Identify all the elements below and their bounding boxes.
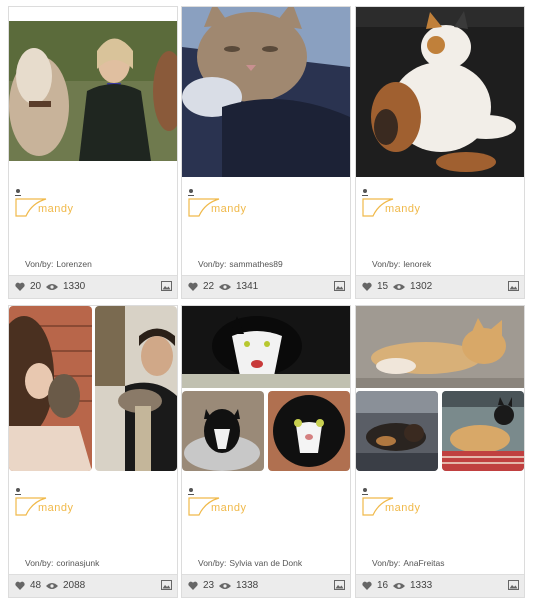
tag-name: mandy: [211, 203, 247, 215]
stats-bar: 22 1341: [182, 275, 350, 298]
heart-icon: [188, 282, 198, 291]
stats-bar: 20 1330: [9, 275, 177, 298]
author-link[interactable]: sammathes89: [229, 259, 282, 269]
author-link[interactable]: Lorenzen: [56, 259, 91, 269]
photo-woman-with-horses[interactable]: [9, 21, 177, 161]
image-icon[interactable]: [161, 281, 172, 291]
like-count[interactable]: 15: [362, 281, 388, 292]
tag-name: mandy: [38, 203, 74, 215]
photo-tortoiseshell-cat-in-car[interactable]: [356, 391, 438, 471]
eye-icon: [46, 283, 58, 290]
photo-man-with-cat[interactable]: [95, 306, 177, 471]
heart-icon: [188, 581, 198, 590]
author-byline: Von/by: Sylvia van de Donk: [198, 558, 303, 568]
view-count: 1338: [219, 580, 258, 591]
heart-icon: [15, 581, 25, 590]
stats-bar: 48 2088: [9, 574, 177, 597]
stats-bar: 16 1333: [356, 574, 524, 597]
eye-icon: [219, 582, 231, 589]
eye-icon: [219, 283, 231, 290]
stats-bar: 23 1338: [182, 574, 350, 597]
author-byline: Von/by: Lorenzen: [25, 259, 92, 269]
author-link[interactable]: AnaFreitas: [403, 558, 444, 568]
photo-tuxedo-cat-face[interactable]: [268, 391, 350, 471]
photo-card[interactable]: mandy Von/by: lenorek 15 1302: [355, 6, 525, 299]
view-count: 1333: [393, 580, 432, 591]
author-link[interactable]: corinasjunk: [56, 558, 99, 568]
card-photo-area[interactable]: [182, 306, 350, 476]
like-count[interactable]: 16: [362, 580, 388, 591]
photo-grid: mandy Von/by: Lorenzen 20 1330 mandy Von…: [0, 0, 536, 600]
photo-two-cats-on-blanket[interactable]: [442, 391, 524, 471]
tag-label[interactable]: mandy: [361, 486, 461, 518]
photo-calico-cat-on-couch[interactable]: [356, 7, 524, 177]
author-link[interactable]: lenorek: [403, 259, 431, 269]
image-icon[interactable]: [508, 281, 519, 291]
photo-card[interactable]: mandy Von/by: corinasjunk 48 2088: [8, 305, 178, 598]
author-byline: Von/by: sammathes89: [198, 259, 283, 269]
stats-bar: 15 1302: [356, 275, 524, 298]
image-icon[interactable]: [161, 580, 172, 590]
view-count: 2088: [46, 580, 85, 591]
author-byline: Von/by: corinasjunk: [25, 558, 100, 568]
view-count: 1341: [219, 281, 258, 292]
tag-label[interactable]: mandy: [187, 486, 287, 518]
view-count: 1330: [46, 281, 85, 292]
image-icon[interactable]: [508, 580, 519, 590]
photo-card[interactable]: mandy Von/by: Lorenzen 20 1330: [8, 6, 178, 299]
author-link[interactable]: Sylvia van de Donk: [229, 558, 302, 568]
image-icon[interactable]: [334, 580, 345, 590]
card-photo-area[interactable]: [182, 7, 350, 177]
author-byline: Von/by: AnaFreitas: [372, 558, 445, 568]
card-photo-area[interactable]: [356, 7, 524, 177]
view-count: 1302: [393, 281, 432, 292]
photo-card[interactable]: mandy Von/by: sammathes89 22 1341: [181, 6, 351, 299]
photo-tuxedo-cat-lying[interactable]: [182, 306, 350, 388]
tag-label[interactable]: mandy: [361, 187, 461, 219]
like-count[interactable]: 23: [188, 580, 214, 591]
tag-name: mandy: [385, 203, 421, 215]
like-count[interactable]: 22: [188, 281, 214, 292]
eye-icon: [393, 283, 405, 290]
heart-icon: [362, 282, 372, 291]
photo-card[interactable]: mandy Von/by: Sylvia van de Donk 23 1338: [181, 305, 351, 598]
card-photo-area[interactable]: [9, 7, 177, 177]
heart-icon: [15, 282, 25, 291]
photo-girl-with-cat[interactable]: [9, 306, 92, 471]
tag-name: mandy: [38, 502, 74, 514]
image-icon[interactable]: [334, 281, 345, 291]
tag-label[interactable]: mandy: [187, 187, 287, 219]
photo-orange-cat-lying[interactable]: [356, 306, 524, 388]
like-count[interactable]: 20: [15, 281, 41, 292]
card-photo-area[interactable]: [9, 306, 177, 476]
tag-name: mandy: [385, 502, 421, 514]
tag-label[interactable]: mandy: [14, 486, 114, 518]
photo-tuxedo-cat-in-bed[interactable]: [182, 391, 264, 471]
card-photo-area[interactable]: [356, 306, 524, 476]
photo-cat-tabby-closeup[interactable]: [182, 7, 350, 177]
like-count[interactable]: 48: [15, 580, 41, 591]
heart-icon: [362, 581, 372, 590]
author-byline: Von/by: lenorek: [372, 259, 432, 269]
photo-card[interactable]: mandy Von/by: AnaFreitas 16 1333: [355, 305, 525, 598]
eye-icon: [393, 582, 405, 589]
tag-name: mandy: [211, 502, 247, 514]
tag-label[interactable]: mandy: [14, 187, 114, 219]
eye-icon: [46, 582, 58, 589]
